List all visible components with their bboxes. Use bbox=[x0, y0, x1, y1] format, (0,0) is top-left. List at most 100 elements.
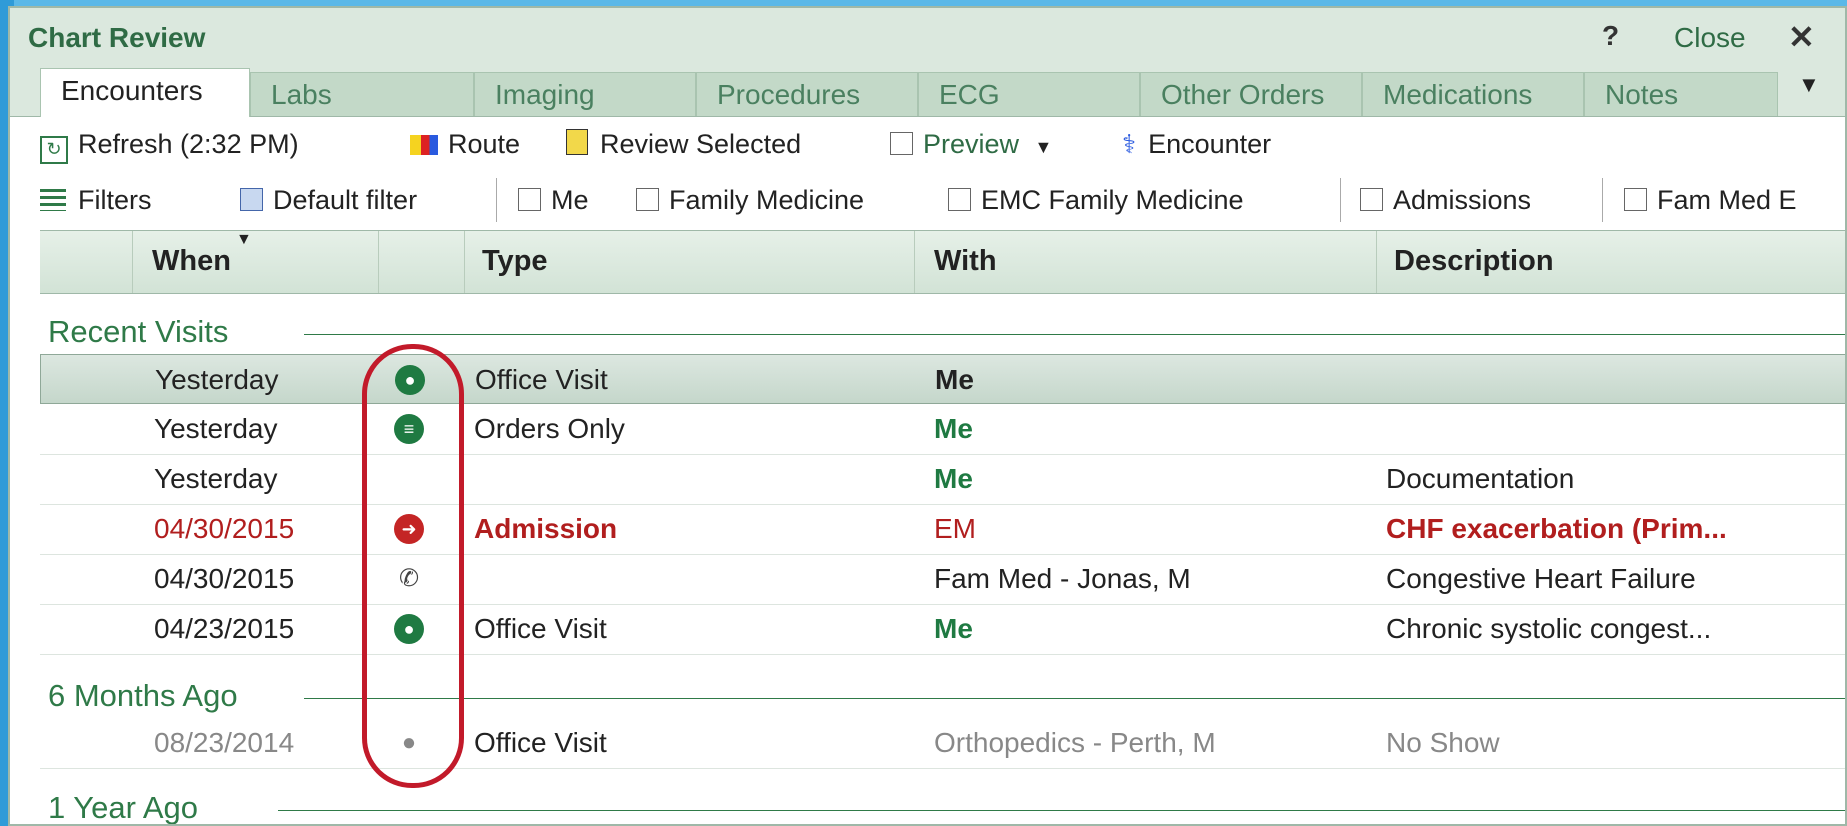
close-icon[interactable]: ✕ bbox=[1788, 18, 1815, 56]
table-row[interactable]: Yesterday ≡ Orders Only Me bbox=[40, 404, 1845, 455]
grid-header: When ▼ Type With Description bbox=[40, 230, 1845, 294]
cell-with: Me bbox=[934, 463, 973, 494]
table-row[interactable]: Yesterday Me Documentation bbox=[40, 454, 1845, 505]
filters-button[interactable]: Filters bbox=[40, 182, 152, 218]
preview-checkbox[interactable] bbox=[890, 132, 913, 155]
cell-type: Office Visit bbox=[474, 613, 607, 644]
window-title: Chart Review bbox=[28, 22, 206, 53]
tab-overflow-icon[interactable]: ▼ bbox=[1798, 72, 1820, 98]
column-when[interactable]: When bbox=[152, 245, 231, 278]
route-label: Route bbox=[448, 129, 521, 159]
default-filter-label: Default filter bbox=[273, 185, 418, 215]
chart-review-window: Chart Review ? Close ✕ Encounters Labs I… bbox=[8, 6, 1847, 826]
close-button[interactable]: Close bbox=[1674, 22, 1746, 54]
table-row[interactable]: 04/30/2015 ➜ Admission EM CHF exacerbati… bbox=[40, 504, 1845, 555]
preview-label: Preview bbox=[923, 129, 1020, 159]
route-button[interactable]: Route bbox=[410, 126, 520, 162]
refresh-icon: ↻ bbox=[40, 136, 68, 164]
filter-admissions-checkbox[interactable] bbox=[1360, 188, 1383, 211]
cell-when: 04/30/2015 bbox=[154, 513, 295, 544]
cell-description: Congestive Heart Failure bbox=[1386, 563, 1696, 594]
filter-family-medicine-checkbox[interactable] bbox=[636, 188, 659, 211]
cell-when: Yesterday bbox=[154, 413, 278, 444]
default-filter-toggle[interactable]: Default filter bbox=[240, 182, 417, 218]
filter-me-checkbox[interactable] bbox=[518, 188, 541, 211]
column-divider bbox=[914, 231, 915, 293]
filter-fam-med-e-label: Fam Med E bbox=[1657, 185, 1797, 215]
filter-admissions[interactable]: Admissions bbox=[1360, 182, 1531, 218]
filter-emc-family-medicine-checkbox[interactable] bbox=[948, 188, 971, 211]
filter-emc-family-medicine[interactable]: EMC Family Medicine bbox=[948, 182, 1244, 218]
filter-divider bbox=[1340, 178, 1341, 222]
action-toolbar: ↻ Refresh (2:32 PM) Route Review Selected… bbox=[10, 126, 1845, 170]
cell-description: No Show bbox=[1386, 727, 1500, 758]
review-selected-button[interactable]: Review Selected bbox=[566, 126, 801, 162]
cell-when: Yesterday bbox=[155, 364, 279, 395]
filter-divider bbox=[496, 178, 497, 222]
tab-other-orders[interactable]: Other Orders bbox=[1140, 72, 1362, 116]
refresh-label: Refresh (2:32 PM) bbox=[78, 129, 299, 159]
filter-divider bbox=[1602, 178, 1603, 222]
filter-fam-med-e-checkbox[interactable] bbox=[1624, 188, 1647, 211]
column-description[interactable]: Description bbox=[1394, 245, 1554, 278]
encounter-label: Encounter bbox=[1148, 129, 1272, 159]
table-row[interactable]: 08/23/2014 ● Office Visit Orthopedics - … bbox=[40, 718, 1845, 769]
group-divider bbox=[278, 810, 1845, 811]
cell-with: Me bbox=[935, 364, 974, 395]
encounter-button[interactable]: ⚕ Encounter bbox=[1122, 126, 1271, 162]
group-1-year-ago[interactable]: 1 Year Ago bbox=[48, 790, 198, 824]
column-divider bbox=[378, 231, 379, 293]
filter-me-label: Me bbox=[551, 185, 589, 215]
group-divider bbox=[304, 698, 1845, 699]
cell-when: 08/23/2014 bbox=[154, 727, 295, 758]
filter-admissions-label: Admissions bbox=[1393, 185, 1532, 215]
column-type[interactable]: Type bbox=[482, 245, 548, 278]
tab-ecg[interactable]: ECG bbox=[918, 72, 1140, 116]
route-icon bbox=[410, 135, 438, 155]
filter-emc-family-medicine-label: EMC Family Medicine bbox=[981, 185, 1244, 215]
annotation-highlight-oval bbox=[362, 344, 464, 788]
table-row[interactable]: 04/30/2015 ✆ Fam Med - Jonas, M Congesti… bbox=[40, 554, 1845, 605]
tab-procedures[interactable]: Procedures bbox=[696, 72, 918, 116]
filters-icon bbox=[40, 189, 66, 211]
cell-when: 04/30/2015 bbox=[154, 563, 295, 594]
cell-type: Office Visit bbox=[475, 364, 608, 395]
preview-button[interactable]: Preview ▼ bbox=[890, 126, 1052, 165]
group-divider bbox=[304, 334, 1845, 335]
tab-notes[interactable]: Notes bbox=[1584, 72, 1778, 116]
filters-label: Filters bbox=[78, 185, 152, 215]
filter-fam-med-e[interactable]: Fam Med E bbox=[1624, 182, 1797, 218]
group-6-months-ago[interactable]: 6 Months Ago bbox=[48, 678, 238, 714]
table-row[interactable]: 04/23/2015 ● Office Visit Me Chronic sys… bbox=[40, 604, 1845, 655]
cell-with: Me bbox=[934, 413, 973, 444]
review-icon bbox=[566, 129, 588, 155]
cell-when: 04/23/2015 bbox=[154, 613, 295, 644]
tab-labs[interactable]: Labs bbox=[250, 72, 474, 116]
cell-type: Office Visit bbox=[474, 727, 607, 758]
filter-family-medicine[interactable]: Family Medicine bbox=[636, 182, 864, 218]
cell-description: CHF exacerbation (Prim... bbox=[1386, 513, 1727, 544]
cell-description: Chronic systolic congest... bbox=[1386, 613, 1712, 644]
cell-type: Orders Only bbox=[474, 413, 625, 444]
tab-medications[interactable]: Medications bbox=[1362, 72, 1584, 116]
tab-imaging[interactable]: Imaging bbox=[474, 72, 696, 116]
filter-me[interactable]: Me bbox=[518, 182, 589, 218]
refresh-button[interactable]: ↻ Refresh (2:32 PM) bbox=[40, 126, 299, 164]
stethoscope-icon: ⚕ bbox=[1122, 129, 1137, 159]
table-row[interactable]: Yesterday ● Office Visit Me bbox=[40, 354, 1845, 404]
column-with[interactable]: With bbox=[934, 245, 997, 278]
chevron-down-icon[interactable]: ▼ bbox=[1035, 137, 1053, 157]
default-filter-checkbox[interactable] bbox=[240, 188, 263, 211]
tab-encounters[interactable]: Encounters bbox=[40, 68, 250, 117]
cell-type: Admission bbox=[474, 513, 618, 544]
help-button[interactable]: ? bbox=[1602, 20, 1619, 52]
filter-family-medicine-label: Family Medicine bbox=[669, 185, 865, 215]
cell-description: Documentation bbox=[1386, 463, 1575, 494]
sort-indicator-icon: ▼ bbox=[236, 231, 252, 248]
group-recent-visits[interactable]: Recent Visits bbox=[48, 314, 228, 350]
cell-when: Yesterday bbox=[154, 463, 278, 494]
review-selected-label: Review Selected bbox=[600, 129, 802, 159]
cell-with: Orthopedics - Perth, M bbox=[934, 727, 1216, 758]
column-divider bbox=[1376, 231, 1377, 293]
column-divider bbox=[464, 231, 465, 293]
